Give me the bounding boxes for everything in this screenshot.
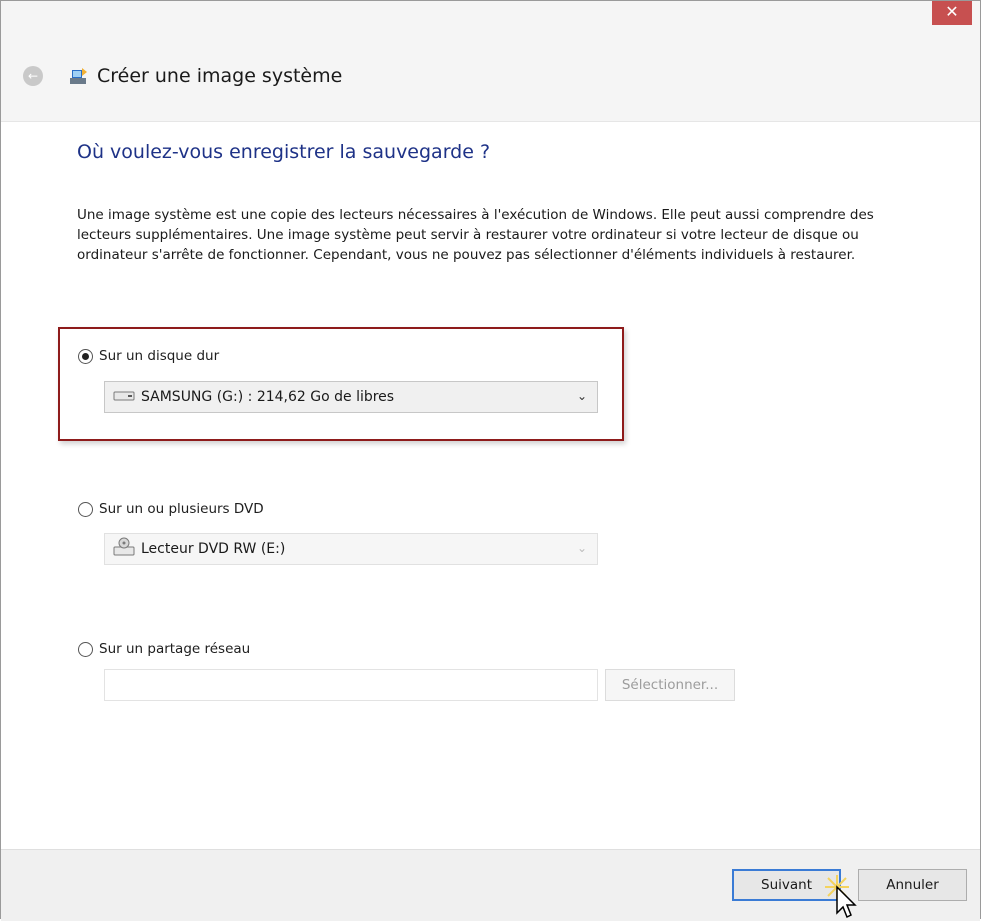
main-content: Où voulez-vous enregistrer la sauvegarde… [77,141,940,265]
dvd-drive-icon [113,537,135,561]
hard-drive-icon [113,388,135,406]
radio-button[interactable] [78,501,93,517]
mouse-cursor-icon [823,873,863,923]
title-bar: ✕ ← Créer une image système [1,1,980,122]
system-image-icon [69,66,89,86]
radio-hard-disk-label: Sur un disque dur [99,348,220,364]
chevron-down-icon: ⌄ [576,389,587,403]
dvd-select-value: Lecteur DVD RW (E:) [141,541,286,557]
radio-dvd-label: Sur un ou plusieurs DVD [99,501,264,517]
page-description: Une image système est une copie des lect… [77,207,874,263]
dvd-select[interactable]: Lecteur DVD RW (E:) ⌄ [104,533,598,565]
radio-dvd[interactable]: Sur un ou plusieurs DVD [78,501,264,517]
radio-network-label: Sur un partage réseau [99,641,251,657]
nav-row: ← Créer une image système [23,61,342,91]
radio-hard-disk[interactable]: Sur un disque dur [78,348,219,364]
radio-button[interactable] [78,641,93,657]
page-heading: Où voulez-vous enregistrer la sauvegarde… [77,141,491,163]
network-path-input[interactable] [104,669,598,701]
cancel-button[interactable]: Annuler [858,869,967,901]
hard-disk-select[interactable]: SAMSUNG (G:) : 214,62 Go de libres ⌄ [104,381,598,413]
select-network-button[interactable]: Sélectionner... [605,669,735,701]
close-button[interactable]: ✕ [932,1,972,25]
dialog-window: ✕ ← Créer une image système Où voulez-vo… [0,0,981,921]
hard-disk-select-value: SAMSUNG (G:) : 214,62 Go de libres [141,389,395,405]
radio-network[interactable]: Sur un partage réseau [78,641,250,657]
radio-button-selected[interactable] [78,348,93,364]
window-title: Créer une image système [97,65,343,87]
chevron-down-icon: ⌄ [576,541,587,555]
back-button[interactable]: ← [23,66,43,86]
